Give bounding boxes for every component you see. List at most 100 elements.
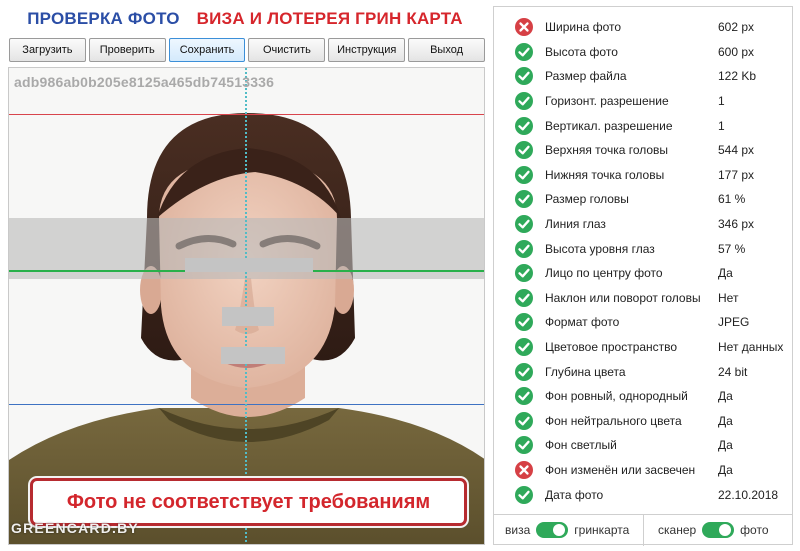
- check-row: Цветовое пространство Нет данных: [494, 335, 792, 360]
- check-value: 57 %: [718, 241, 746, 256]
- check-value: 177 px: [718, 167, 755, 182]
- check-fail-icon: [515, 18, 533, 37]
- check-value: 544 px: [718, 143, 755, 158]
- check-row: Линия глаз 346 px: [494, 212, 792, 237]
- check-value: 1: [718, 94, 725, 109]
- check-value: 600 px: [718, 44, 755, 59]
- check-pass-icon: [515, 411, 533, 430]
- warning-banner: Фото не соответствует требованиям: [30, 478, 467, 526]
- check-results-panel: Ширина фото 602 px Высота фото 600 px Размер…: [493, 6, 793, 546]
- check-value: Да: [718, 413, 733, 428]
- toggle-knob: [719, 524, 732, 536]
- chin-guide-line: [9, 404, 484, 405]
- check-row: Фон нейтрального цвета Да: [494, 409, 792, 434]
- mouth-privacy-mask: [221, 347, 285, 364]
- check-row: Высота уровня глаз 57 %: [494, 236, 792, 261]
- check-row: Формат фото JPEG: [494, 310, 792, 335]
- check-results-list: Ширина фото 602 px Высота фото 600 px Размер…: [494, 15, 792, 507]
- check-pass-icon: [515, 141, 533, 160]
- check-row: Наклон или поворот головы Нет: [494, 286, 792, 311]
- toggle-divider: [643, 514, 644, 546]
- check-value: Нет: [718, 290, 739, 305]
- check-row: Дата фото 22.10.2018: [494, 482, 792, 507]
- load-button[interactable]: Загрузить: [9, 38, 86, 62]
- check-label: Цветовое пространство: [545, 340, 678, 355]
- visa-greencard-toggle-group: виза гринкарта: [505, 522, 643, 538]
- scanner-photo-toggle-group: сканер фото: [658, 522, 769, 538]
- check-label: Горизонт. разрешение: [545, 94, 669, 109]
- check-value: Да: [718, 389, 733, 404]
- photo-hash: adb986ab0b205e8125a465db74513336: [14, 74, 275, 90]
- check-row: Фон ровный, однородный Да: [494, 384, 792, 409]
- check-value: 122 Kb: [718, 69, 757, 84]
- check-pass-icon: [515, 436, 533, 455]
- check-row: Фон изменён или засвечен Да: [494, 458, 792, 483]
- check-label: Наклон или поворот головы: [545, 290, 701, 305]
- head-top-guide-line: [9, 114, 484, 115]
- check-row: Нижняя точка головы 177 px: [494, 163, 792, 188]
- check-row: Высота фото 600 px: [494, 40, 792, 65]
- check-pass-icon: [515, 92, 533, 111]
- check-pass-icon: [515, 362, 533, 381]
- check-value: 24 bit: [718, 364, 748, 379]
- check-pass-icon: [515, 165, 533, 184]
- check-row: Горизонт. разрешение 1: [494, 89, 792, 114]
- eyes-privacy-mask: [185, 258, 313, 272]
- check-value: Да: [718, 266, 733, 281]
- check-row: Вертикал. разрешение 1: [494, 113, 792, 138]
- check-row: Глубина цвета 24 bit: [494, 359, 792, 384]
- toggle-knob: [553, 524, 566, 536]
- title-photo-check: ПРОВЕРКА ФОТО: [27, 9, 180, 28]
- nose-privacy-mask: [222, 307, 274, 326]
- check-label: Размер файла: [545, 69, 627, 84]
- check-label: Дата фото: [545, 487, 604, 502]
- check-label: Фон изменён или засвечен: [545, 462, 696, 477]
- check-value: 22.10.2018: [718, 487, 779, 502]
- check-value: 1: [718, 118, 725, 133]
- check-button[interactable]: Проверить: [88, 38, 166, 62]
- check-label: Ширина фото: [545, 20, 622, 35]
- check-label: Фон светлый: [545, 438, 617, 453]
- check-label: Лицо по центру фото: [545, 266, 663, 281]
- photo-preview: adb986ab0b205e8125a465db74513336 Фото не…: [8, 67, 485, 545]
- check-value: Да: [718, 438, 733, 453]
- mode-toggles: виза гринкарта сканер фото: [494, 514, 792, 546]
- check-value: 61 %: [718, 192, 746, 207]
- check-pass-icon: [515, 190, 533, 209]
- check-row: Верхняя точка головы 544 px: [494, 138, 792, 163]
- check-value: 346 px: [718, 217, 755, 232]
- exit-button[interactable]: Выход: [408, 38, 485, 62]
- check-pass-icon: [515, 116, 533, 135]
- scanner-label: сканер: [658, 523, 697, 537]
- instructions-button[interactable]: Инструкция: [328, 38, 406, 62]
- check-label: Фон нейтрального цвета: [545, 413, 682, 428]
- check-pass-icon: [515, 338, 533, 357]
- check-pass-icon: [515, 288, 533, 307]
- title-visa-lottery: ВИЗА И ЛОТЕРЕЯ ГРИН КАРТА: [196, 9, 463, 28]
- watermark: GREENCARD.BY: [11, 520, 139, 536]
- check-value: Да: [718, 462, 733, 477]
- check-value: JPEG: [718, 315, 750, 330]
- check-row: Лицо по центру фото Да: [494, 261, 792, 286]
- check-label: Высота фото: [545, 44, 618, 59]
- greencard-label: гринкарта: [574, 523, 630, 537]
- check-label: Размер головы: [545, 192, 629, 207]
- app-title: ПРОВЕРКА ФОТО ВИЗА И ЛОТЕРЕЯ ГРИН КАРТА: [0, 9, 490, 29]
- scanner-photo-toggle[interactable]: [702, 522, 735, 538]
- check-pass-icon: [515, 313, 533, 332]
- check-label: Глубина цвета: [545, 364, 626, 379]
- check-fail-icon: [515, 460, 533, 479]
- check-pass-icon: [515, 387, 533, 406]
- check-row: Размер файла 122 Kb: [494, 64, 792, 89]
- save-button[interactable]: Сохранить: [168, 38, 246, 62]
- visa-greencard-toggle[interactable]: [536, 522, 569, 538]
- check-label: Формат фото: [545, 315, 620, 330]
- check-pass-icon: [515, 264, 533, 283]
- check-pass-icon: [515, 42, 533, 61]
- check-label: Линия глаз: [545, 217, 606, 232]
- check-label: Фон ровный, однородный: [545, 389, 688, 404]
- clear-button[interactable]: Очистить: [248, 38, 326, 62]
- check-row: Фон светлый Да: [494, 433, 792, 458]
- check-pass-icon: [515, 485, 533, 504]
- visa-label: виза: [505, 523, 531, 537]
